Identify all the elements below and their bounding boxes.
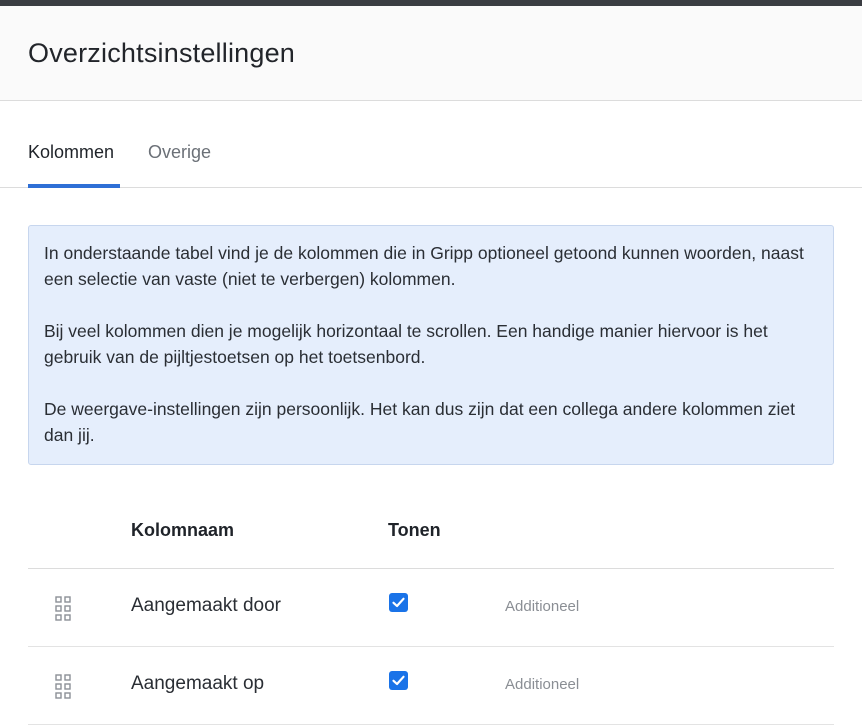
table-row: Aangemaakt op Additioneel <box>28 647 834 725</box>
row-column-name: Aangemaakt door <box>131 595 281 616</box>
tab-bar: Kolommen Overige <box>0 101 862 188</box>
row-type-label: Additioneel <box>505 598 580 615</box>
row-type-label: Additioneel <box>505 676 580 693</box>
dialog-header: Overzichtsinstellingen <box>0 6 862 101</box>
tab-kolommen[interactable]: Kolommen <box>28 142 114 163</box>
info-paragraph: De weergave-instellingen zijn persoonlij… <box>44 399 795 445</box>
column-header-show: Tonen <box>388 520 441 540</box>
drag-handle-icon[interactable] <box>55 596 73 622</box>
page-title: Overzichtsinstellingen <box>28 37 296 68</box>
tab-overige[interactable]: Overige <box>148 142 211 163</box>
checkmark-icon <box>392 597 405 608</box>
info-paragraph: Bij veel kolommen dien je mogelijk horiz… <box>44 321 768 367</box>
show-checkbox[interactable] <box>389 671 408 690</box>
show-checkbox[interactable] <box>389 593 408 612</box>
info-box: In onderstaande tabel vind je de kolomme… <box>28 225 834 465</box>
info-paragraph: In onderstaande tabel vind je de kolomme… <box>44 243 804 289</box>
checkmark-icon <box>392 675 405 686</box>
column-header-name: Kolomnaam <box>131 520 235 540</box>
active-tab-indicator <box>28 184 120 188</box>
columns-table: Kolomnaam Tonen Aangemaakt door Addition… <box>28 490 834 725</box>
table-header: Kolomnaam Tonen <box>28 490 834 569</box>
table-row: Aangemaakt door Additioneel <box>28 569 834 647</box>
drag-handle-icon[interactable] <box>55 674 73 700</box>
row-column-name: Aangemaakt op <box>131 673 265 694</box>
